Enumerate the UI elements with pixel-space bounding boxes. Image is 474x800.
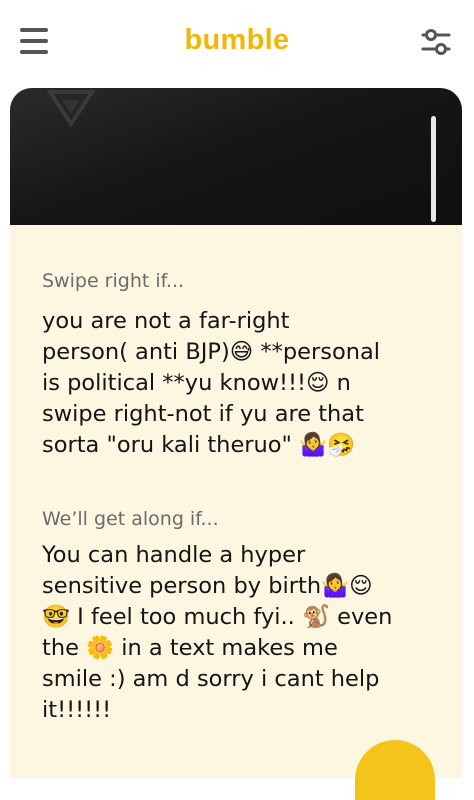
filter-button[interactable]: [420, 26, 452, 58]
profile-card[interactable]: Swipe right if... you are not a far-righ…: [10, 88, 462, 778]
photo-scrollbar[interactable]: [431, 116, 436, 222]
shirt-logo-icon: [46, 90, 96, 128]
answer-line: is political **yu know!!!😌 n: [42, 370, 351, 396]
top-bar: bumble: [0, 0, 474, 84]
profile-photo[interactable]: [10, 88, 462, 225]
answer-line: You can handle a hyper: [42, 542, 306, 568]
answer-line: sorta "oru kali theruo" 🤷‍♀️🤧: [42, 432, 356, 458]
answer-line: it!!!!!!: [42, 697, 112, 723]
answer-line: 🤓 I feel too much fyi.. 🐒 even: [42, 604, 393, 630]
answer-line: sensitive person by birth🤷‍♀️😌: [42, 573, 373, 599]
answer-line: smile :) am d sorry i cant help: [42, 666, 380, 692]
answer-line: you are not a far-right: [42, 308, 290, 334]
prompt-label: We’ll get along if...: [42, 508, 219, 530]
prompt-answer: you are not a far-right person( anti BJP…: [42, 306, 442, 461]
prompt-label: Swipe right if...: [42, 270, 185, 292]
app-logo: bumble: [184, 24, 290, 56]
answer-line: the 🌼 in a text makes me: [42, 635, 338, 661]
answer-line: person( anti BJP)😅 **personal: [42, 339, 381, 365]
sliders-filter-icon: [421, 29, 451, 55]
answer-line: swipe right-not if yu are that: [42, 401, 364, 427]
prompt-answer: You can handle a hyper sensitive person …: [42, 540, 442, 726]
